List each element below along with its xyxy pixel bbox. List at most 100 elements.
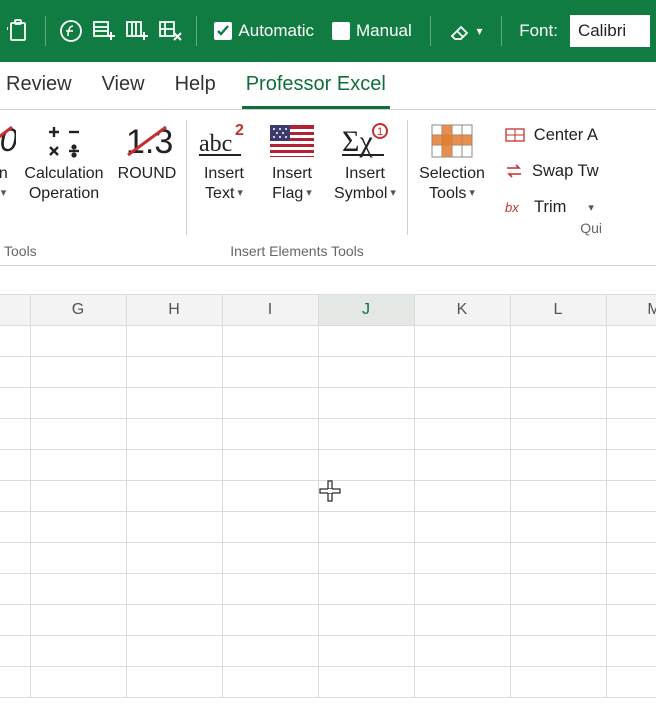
center-across-button[interactable]: Center A xyxy=(504,122,598,148)
cell[interactable] xyxy=(222,667,318,698)
tab-professor-excel[interactable]: Professor Excel xyxy=(242,65,390,109)
cell[interactable] xyxy=(318,636,414,667)
cell[interactable] xyxy=(126,450,222,481)
cell[interactable] xyxy=(30,388,126,419)
cell[interactable] xyxy=(222,419,318,450)
cell[interactable] xyxy=(318,512,414,543)
cell[interactable] xyxy=(30,574,126,605)
automatic-calc-toggle[interactable]: Automatic xyxy=(208,21,320,41)
trim-button[interactable]: bx Trim ▾ xyxy=(504,194,598,220)
cell[interactable] xyxy=(126,605,222,636)
cell[interactable] xyxy=(510,357,606,388)
cell[interactable] xyxy=(414,419,510,450)
cell[interactable] xyxy=(126,419,222,450)
return-links-button[interactable]: #0 turn ks▾ xyxy=(0,116,16,243)
column-header[interactable]: L xyxy=(510,295,606,326)
cell[interactable] xyxy=(510,326,606,357)
cell[interactable] xyxy=(318,667,414,698)
cell[interactable] xyxy=(510,450,606,481)
cell[interactable] xyxy=(318,326,414,357)
cell[interactable] xyxy=(222,543,318,574)
cell[interactable] xyxy=(222,450,318,481)
column-header[interactable]: I xyxy=(222,295,318,326)
cell[interactable] xyxy=(414,388,510,419)
cell[interactable] xyxy=(318,574,414,605)
cell[interactable] xyxy=(606,636,656,667)
cell[interactable] xyxy=(126,388,222,419)
cell[interactable] xyxy=(510,481,606,512)
cell[interactable] xyxy=(126,543,222,574)
cell[interactable] xyxy=(510,388,606,419)
cell[interactable] xyxy=(126,636,222,667)
cell[interactable] xyxy=(606,667,656,698)
column-header[interactable]: K xyxy=(414,295,510,326)
cell[interactable] xyxy=(414,667,510,698)
cell[interactable] xyxy=(414,605,510,636)
cell[interactable] xyxy=(414,481,510,512)
cell[interactable] xyxy=(606,388,656,419)
cell[interactable] xyxy=(414,450,510,481)
spreadsheet-grid[interactable]: GHIJKLM xyxy=(0,294,656,698)
cell[interactable] xyxy=(222,481,318,512)
cell[interactable] xyxy=(222,388,318,419)
fx-circle-icon[interactable] xyxy=(58,12,85,50)
swap-two-button[interactable]: Swap Tw xyxy=(504,158,598,184)
cell[interactable] xyxy=(30,543,126,574)
cell[interactable] xyxy=(414,574,510,605)
insert-symbol-button[interactable]: Σχ 1 Insert Symbol▾ xyxy=(327,116,403,243)
cell[interactable] xyxy=(414,543,510,574)
eraser-dropdown[interactable]: ▾ xyxy=(442,19,488,43)
cell[interactable] xyxy=(318,605,414,636)
cell[interactable] xyxy=(126,667,222,698)
manual-calc-toggle[interactable]: Manual xyxy=(326,21,418,41)
cell[interactable] xyxy=(126,512,222,543)
cell[interactable] xyxy=(126,326,222,357)
column-header[interactable]: M xyxy=(606,295,656,326)
cell[interactable] xyxy=(126,357,222,388)
cell[interactable] xyxy=(222,357,318,388)
cell[interactable] xyxy=(30,419,126,450)
cell[interactable] xyxy=(126,574,222,605)
cell[interactable] xyxy=(510,419,606,450)
cell[interactable] xyxy=(30,326,126,357)
cell[interactable] xyxy=(222,512,318,543)
column-header[interactable]: H xyxy=(126,295,222,326)
cell[interactable] xyxy=(30,450,126,481)
cell[interactable] xyxy=(318,543,414,574)
cell[interactable] xyxy=(222,636,318,667)
cell[interactable] xyxy=(606,357,656,388)
cell[interactable] xyxy=(510,512,606,543)
cell[interactable] xyxy=(606,605,656,636)
cell[interactable] xyxy=(606,543,656,574)
cell[interactable] xyxy=(606,419,656,450)
insert-column-icon[interactable] xyxy=(124,12,151,50)
column-header[interactable]: G xyxy=(30,295,126,326)
cell[interactable] xyxy=(30,667,126,698)
cell[interactable] xyxy=(606,512,656,543)
cell[interactable] xyxy=(414,357,510,388)
cell[interactable] xyxy=(414,326,510,357)
insert-flag-button[interactable]: Insert Flag▾ xyxy=(259,116,325,243)
cell[interactable] xyxy=(30,357,126,388)
cell[interactable] xyxy=(318,450,414,481)
cell[interactable] xyxy=(510,605,606,636)
cell[interactable] xyxy=(510,574,606,605)
cell[interactable] xyxy=(606,574,656,605)
delete-cells-icon[interactable] xyxy=(157,12,184,50)
cell[interactable] xyxy=(318,357,414,388)
insert-text-button[interactable]: abc 2 Insert Text▾ xyxy=(191,116,257,243)
selection-tools-button[interactable]: Selection Tools▾ xyxy=(412,116,492,243)
cell[interactable] xyxy=(222,574,318,605)
cell[interactable] xyxy=(510,667,606,698)
cell[interactable] xyxy=(414,636,510,667)
round-button[interactable]: 1.3 ROUND xyxy=(112,116,182,243)
cell[interactable] xyxy=(318,481,414,512)
cell[interactable] xyxy=(30,636,126,667)
insert-row-icon[interactable] xyxy=(91,12,118,50)
cell[interactable] xyxy=(510,543,606,574)
cell[interactable] xyxy=(30,512,126,543)
font-input[interactable] xyxy=(570,15,650,47)
cell[interactable] xyxy=(222,605,318,636)
cell[interactable] xyxy=(126,481,222,512)
column-header[interactable]: J xyxy=(318,295,414,326)
